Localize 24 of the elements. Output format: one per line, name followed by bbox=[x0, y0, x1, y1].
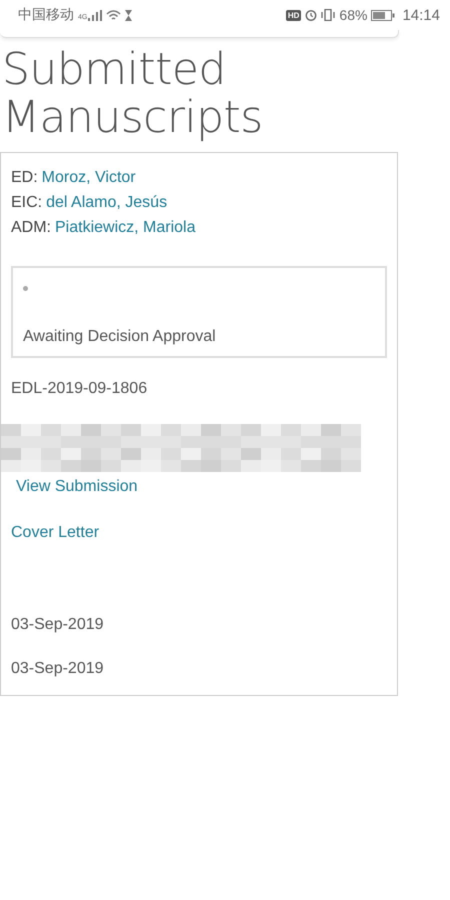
cover-letter-link[interactable]: Cover Letter bbox=[11, 524, 387, 542]
status-dot bbox=[23, 286, 28, 291]
signal-icon bbox=[88, 10, 102, 20]
carrier-name: 中国移动 bbox=[18, 6, 74, 24]
wifi-icon bbox=[106, 10, 122, 20]
battery-percent: 68% bbox=[339, 7, 368, 23]
editor-link[interactable]: Moroz, Victor bbox=[42, 165, 136, 190]
battery-icon bbox=[371, 10, 396, 20]
clock-time: 14:14 bbox=[402, 6, 440, 24]
date-text: 03-Sep-2019 bbox=[11, 616, 105, 634]
editor-link[interactable]: del Alamo, Jesús bbox=[46, 190, 168, 215]
hourglass-icon bbox=[125, 10, 132, 20]
page-title: Submitted Manuscripts bbox=[2, 46, 264, 142]
status-text: Awaiting Decision Approval bbox=[23, 328, 217, 346]
hd-badge: HD bbox=[286, 10, 302, 20]
role-label: ED: bbox=[11, 168, 38, 188]
vibrate-icon bbox=[321, 9, 336, 21]
role-label: EIC: bbox=[11, 193, 42, 213]
editor-link[interactable]: Piatkiewicz, Mariola bbox=[55, 215, 196, 240]
date-text: 03-Sep-2019 bbox=[11, 660, 105, 678]
view-submission-link[interactable]: View Submission bbox=[16, 478, 387, 496]
role-label: ADM: bbox=[11, 218, 51, 238]
manuscript-id: EDL-2019-09-1806 bbox=[11, 380, 148, 398]
alarm-icon bbox=[305, 9, 318, 21]
